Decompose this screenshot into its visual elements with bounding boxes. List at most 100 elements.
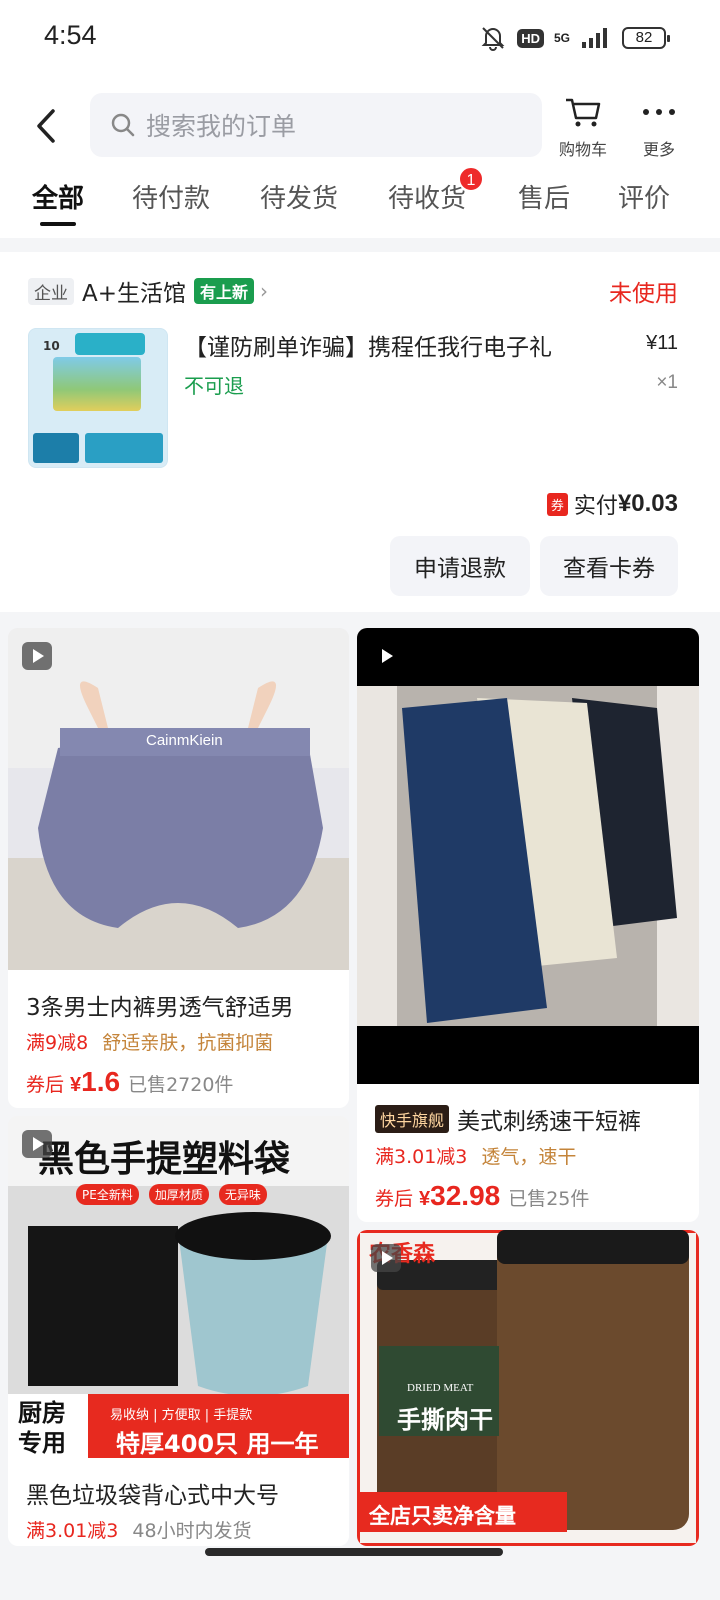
product-price: 券后 ¥ 32.98 已售25件 (375, 1180, 589, 1212)
item-price: ¥11 (646, 332, 678, 354)
back-button[interactable] (26, 102, 66, 150)
coupon-icon: 券 (546, 492, 568, 516)
item-quantity: ×1 (656, 372, 678, 393)
thumbnail-number: 10 (43, 339, 60, 353)
cart-button[interactable]: 购物车 (548, 96, 618, 160)
video-play-icon (371, 1244, 401, 1272)
item-title[interactable]: 【谨防刷单诈骗】携程任我行电子礼 (184, 328, 614, 362)
thumbnail-label-left (33, 433, 79, 463)
thumbnail-label-right (85, 433, 163, 463)
tab-reviews[interactable]: 评价 (618, 178, 670, 215)
image-badges: PE全新料 加厚材质 无异味 (76, 1184, 267, 1205)
more-dots-icon (643, 109, 675, 115)
brand-tag: 快手旗舰 (375, 1105, 450, 1133)
signal-icon (582, 28, 607, 48)
more-button[interactable]: 更多 (624, 96, 694, 160)
video-play-icon (22, 1130, 52, 1158)
paid-amount: ¥0.03 (617, 490, 678, 517)
shipping-text: 48小时内发货 (132, 1520, 252, 1542)
search-placeholder: 搜索我的订单 (146, 112, 297, 141)
shop-type-tag: 企业 (28, 277, 74, 305)
product-title: 黑色垃圾袋背心式中大号 (26, 1483, 279, 1509)
tab-pending-payment[interactable]: 待付款 (132, 178, 210, 215)
shop-new-tag: 有上新 (194, 278, 255, 304)
chevron-left-icon (37, 109, 55, 143)
image-label: DRIED MEAT (407, 1382, 474, 1394)
image-heading: 黑色手提塑料袋 (38, 1139, 291, 1180)
status-icons: HD 5G 82 (479, 24, 670, 52)
paid-summary: 券 实付 ¥0.03 (546, 488, 678, 520)
image-banner: 全店只卖净含量 (369, 1504, 516, 1528)
active-tab-indicator (40, 222, 76, 226)
product-price: 券后 ¥ 1.6 已售2720件 (26, 1066, 233, 1098)
status-bar: 4:54 HD 5G 82 (0, 0, 720, 76)
home-indicator[interactable] (205, 1548, 503, 1556)
cart-label: 购物车 (558, 140, 607, 159)
shop-name: A+生活馆 (82, 281, 187, 307)
non-refundable-tag: 不可退 (184, 374, 244, 398)
discount-text: 满3.01减3 (26, 1520, 119, 1542)
header: 搜索我的订单 购物车 更多 (0, 88, 720, 164)
product-promo: 满9减8 舒适亲肤，抗菌抑菌 (26, 1028, 273, 1055)
view-coupon-button[interactable]: 查看卡券 (540, 536, 678, 596)
product-image (8, 628, 349, 970)
currency-symbol: ¥ (70, 1074, 82, 1096)
video-play-icon (371, 642, 401, 670)
divider (0, 612, 720, 628)
discount-text: 满3.01减3 (375, 1146, 468, 1168)
sold-count: 已售2720件 (128, 1074, 234, 1096)
image-corner-text: 厨房专用 (18, 1399, 66, 1457)
tab-pending-shipment[interactable]: 待发货 (260, 178, 338, 215)
currency-symbol: ¥ (419, 1188, 431, 1210)
mute-bell-icon (481, 27, 505, 51)
divider (0, 238, 720, 252)
product-title-text: 美式刺绣速干短裤 (457, 1109, 642, 1135)
tab-after-sales[interactable]: 售后 (518, 178, 570, 215)
status-time: 4:54 (44, 20, 97, 50)
network-type: 5G (553, 31, 570, 45)
chevron-right-icon: › (260, 279, 269, 303)
image-badge: 加厚材质 (148, 1184, 209, 1205)
product-image (357, 628, 699, 1084)
order-tabs: 全部 待付款 待发货 待收货 售后 评价 (0, 172, 720, 232)
paid-label: 实付 (573, 494, 618, 519)
image-banner: 特厚400只 用一年 (116, 1430, 319, 1458)
price-value: 1.6 (81, 1066, 121, 1097)
video-play-icon (22, 642, 52, 670)
search-input[interactable]: 搜索我的订单 (90, 93, 542, 157)
tab-all[interactable]: 全部 (32, 178, 84, 215)
image-features: 易收纳 | 方便取 | 手提款 (110, 1408, 253, 1423)
product-promo: 满3.01减3 透气，速干 (375, 1142, 576, 1169)
product-thumbnail[interactable]: 10 (28, 328, 168, 468)
product-title: 3条男士内裤男透气舒适男 (26, 995, 294, 1021)
image-product-name: 手撕肉干 (397, 1406, 493, 1434)
gift-card-image (53, 357, 141, 411)
image-badge: 无异味 (218, 1184, 267, 1205)
hd-icon: HD (517, 28, 544, 48)
tab-pending-receipt[interactable]: 待收货 (388, 178, 466, 215)
price-value: 32.98 (430, 1180, 501, 1211)
product-promo: 满3.01减3 48小时内发货 (26, 1516, 252, 1543)
product-card[interactable]: 黑色手提塑料袋 PE全新料 加厚材质 无异味 厨房专用 易收纳 | 方便取 | … (8, 1116, 349, 1546)
price-prefix: 券后 (375, 1188, 414, 1210)
order-status: 未使用 (609, 281, 678, 307)
shop-link[interactable]: 企业 A+生活馆 有上新 › (28, 274, 268, 308)
refund-button[interactable]: 申请退款 (390, 536, 530, 596)
product-card[interactable]: CainmKiein 3条男士内裤男透气舒适男 满9减8 舒适亲肤，抗菌抑菌 券后… (8, 628, 349, 1108)
cart-icon (566, 98, 601, 127)
price-prefix: 券后 (26, 1074, 65, 1096)
search-icon (111, 113, 135, 137)
discount-text: 满9减8 (26, 1032, 89, 1054)
image-brand-text: CainmKiein (146, 732, 223, 749)
order-card[interactable]: 企业 A+生活馆 有上新 › 未使用 10 【谨防刷单诈骗】携程任我行电子礼 ¥… (0, 252, 720, 612)
brand-logo (75, 333, 145, 355)
product-card[interactable]: 快手旗舰 美式刺绣速干短裤 满3.01减3 透气，速干 券后 ¥ 32.98 已售… (357, 628, 699, 1222)
feature-text: 透气，速干 (481, 1146, 577, 1168)
product-card[interactable]: 农香森 DRIED MEAT 手撕肉干 全店只卖净含量 (357, 1230, 699, 1546)
battery-icon: 82 (622, 27, 670, 49)
image-badge: PE全新料 (76, 1184, 139, 1205)
tab-badge: 1 (458, 166, 484, 192)
sold-count: 已售25件 (508, 1188, 590, 1210)
product-title: 快手旗舰 美式刺绣速干短裤 (375, 1102, 690, 1136)
feature-text: 舒适亲肤，抗菌抑菌 (102, 1032, 274, 1054)
